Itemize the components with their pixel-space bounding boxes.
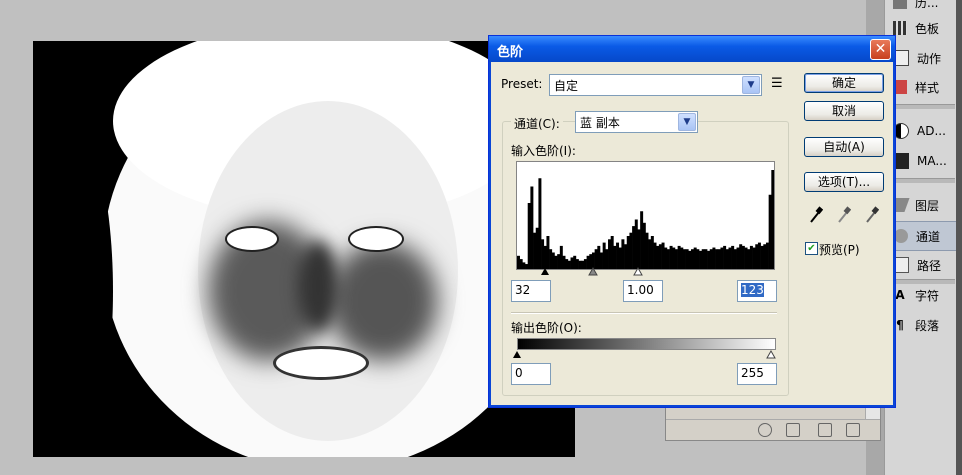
gray-eyedropper-icon[interactable] [837, 206, 851, 224]
levels-dialog: 色阶 ✕ Preset: 自定 ▼ ☰ 通道(C): 蓝 副本 ▼ 输入色阶(I… [488, 35, 896, 408]
panel-item-label: 通道 [916, 229, 941, 244]
image-eye [225, 226, 279, 252]
gamma-slider[interactable] [588, 266, 598, 276]
histogram-bar [629, 232, 633, 269]
histogram-bar [608, 239, 611, 269]
input-gamma-field[interactable]: 1.00 [623, 280, 663, 302]
histogram [516, 161, 775, 270]
options-button[interactable]: 选项(T)... [804, 172, 884, 192]
close-icon: ✕ [874, 41, 887, 57]
histogram-bar [642, 222, 646, 269]
input-black-value: 32 [515, 283, 531, 297]
input-white-field[interactable]: 123 [737, 280, 777, 302]
histogram-bar [541, 239, 545, 269]
output-white-value: 255 [741, 366, 764, 380]
preview-label: 预览(P) [819, 243, 860, 257]
histogram-bar [771, 170, 774, 269]
image-mouth [273, 346, 369, 380]
preset-label: Preset: [501, 77, 543, 91]
panel-item-label: 历... [915, 0, 939, 10]
histogram-bar [530, 186, 534, 269]
input-white-value: 123 [741, 283, 764, 297]
input-levels-label: 输入色阶(I): [511, 144, 576, 158]
histogram-bar [637, 229, 641, 269]
input-slider-track[interactable] [513, 266, 778, 278]
swatches-icon [893, 21, 907, 35]
output-white-field[interactable]: 255 [737, 363, 777, 385]
auto-button[interactable]: 自动(A) [804, 137, 884, 157]
histogram-bar [640, 211, 644, 269]
channels-icon [894, 229, 908, 243]
black-eyedropper-icon[interactable] [809, 206, 823, 224]
chevron-down-icon: ▼ [678, 113, 696, 131]
image-dark-corner [33, 101, 113, 457]
histogram-bar [621, 239, 625, 269]
input-gamma-value: 1.00 [627, 283, 654, 297]
cancel-button[interactable]: 取消 [804, 101, 884, 121]
channel-value: 蓝 副本 [580, 116, 620, 130]
dialog-titlebar[interactable]: 色阶 ✕ [489, 36, 895, 62]
channel-label: 通道(C): [511, 115, 563, 132]
history-icon [893, 0, 907, 9]
histogram-bar [648, 239, 652, 269]
histogram-bar [632, 226, 636, 269]
new-channel-icon[interactable] [818, 423, 832, 437]
image-eye [348, 226, 404, 252]
panel-item-label: 动作 [917, 51, 942, 66]
ok-button[interactable]: 确定 [804, 73, 884, 93]
panel-edge [956, 0, 962, 475]
checkmark-icon: ✔ [807, 243, 816, 254]
channel-select[interactable]: 蓝 副本 ▼ [575, 111, 698, 133]
histogram-bar [546, 236, 550, 269]
output-levels-label: 输出色阶(O): [511, 321, 582, 335]
output-white-slider[interactable] [766, 349, 776, 359]
histogram-bar [650, 236, 654, 269]
preset-select[interactable]: 自定 ▼ [549, 74, 762, 96]
save-selection-icon[interactable] [786, 423, 800, 437]
output-black-field[interactable]: 0 [511, 363, 551, 385]
panel-item-label: MA... [917, 154, 947, 168]
histogram-bar [634, 219, 638, 269]
panel-footer-bar [666, 419, 880, 440]
preview-checkbox[interactable]: ✔ [805, 242, 818, 255]
output-slider-track[interactable] [513, 349, 778, 361]
image-face-shadow [328, 241, 438, 361]
chevron-down-icon: ▼ [742, 76, 760, 94]
black-point-slider[interactable] [541, 268, 549, 275]
load-selection-icon[interactable] [758, 423, 772, 437]
divider [511, 312, 777, 314]
histogram-bar [645, 232, 649, 269]
white-point-slider[interactable] [633, 266, 643, 276]
dialog-title: 色阶 [497, 45, 524, 60]
histogram-bar [527, 203, 531, 269]
histogram-bar [768, 194, 772, 269]
preset-value: 自定 [554, 79, 579, 93]
histogram-bar [610, 236, 614, 269]
histogram-bar [626, 236, 630, 269]
panel-item-label: 样式 [915, 80, 940, 95]
output-black-slider[interactable] [513, 351, 521, 358]
close-button[interactable]: ✕ [870, 39, 891, 60]
output-black-value: 0 [515, 366, 523, 380]
histogram-bar [535, 227, 539, 269]
panel-item-label: AD... [917, 124, 946, 138]
white-eyedropper-icon[interactable] [865, 206, 879, 224]
image-nose-shadow [298, 241, 338, 331]
preset-options-icon[interactable]: ☰ [771, 76, 783, 91]
panel-item-label: 图层 [915, 198, 940, 213]
panel-item-label: 字符 [915, 288, 940, 303]
panel-item-label: 段落 [915, 318, 940, 333]
panel-item-label: 色板 [915, 21, 940, 36]
histogram-bar [533, 232, 537, 269]
input-black-field[interactable]: 32 [511, 280, 551, 302]
trash-icon[interactable] [846, 423, 860, 437]
histogram-bar [538, 178, 542, 269]
panel-item-label: 路径 [917, 258, 942, 273]
